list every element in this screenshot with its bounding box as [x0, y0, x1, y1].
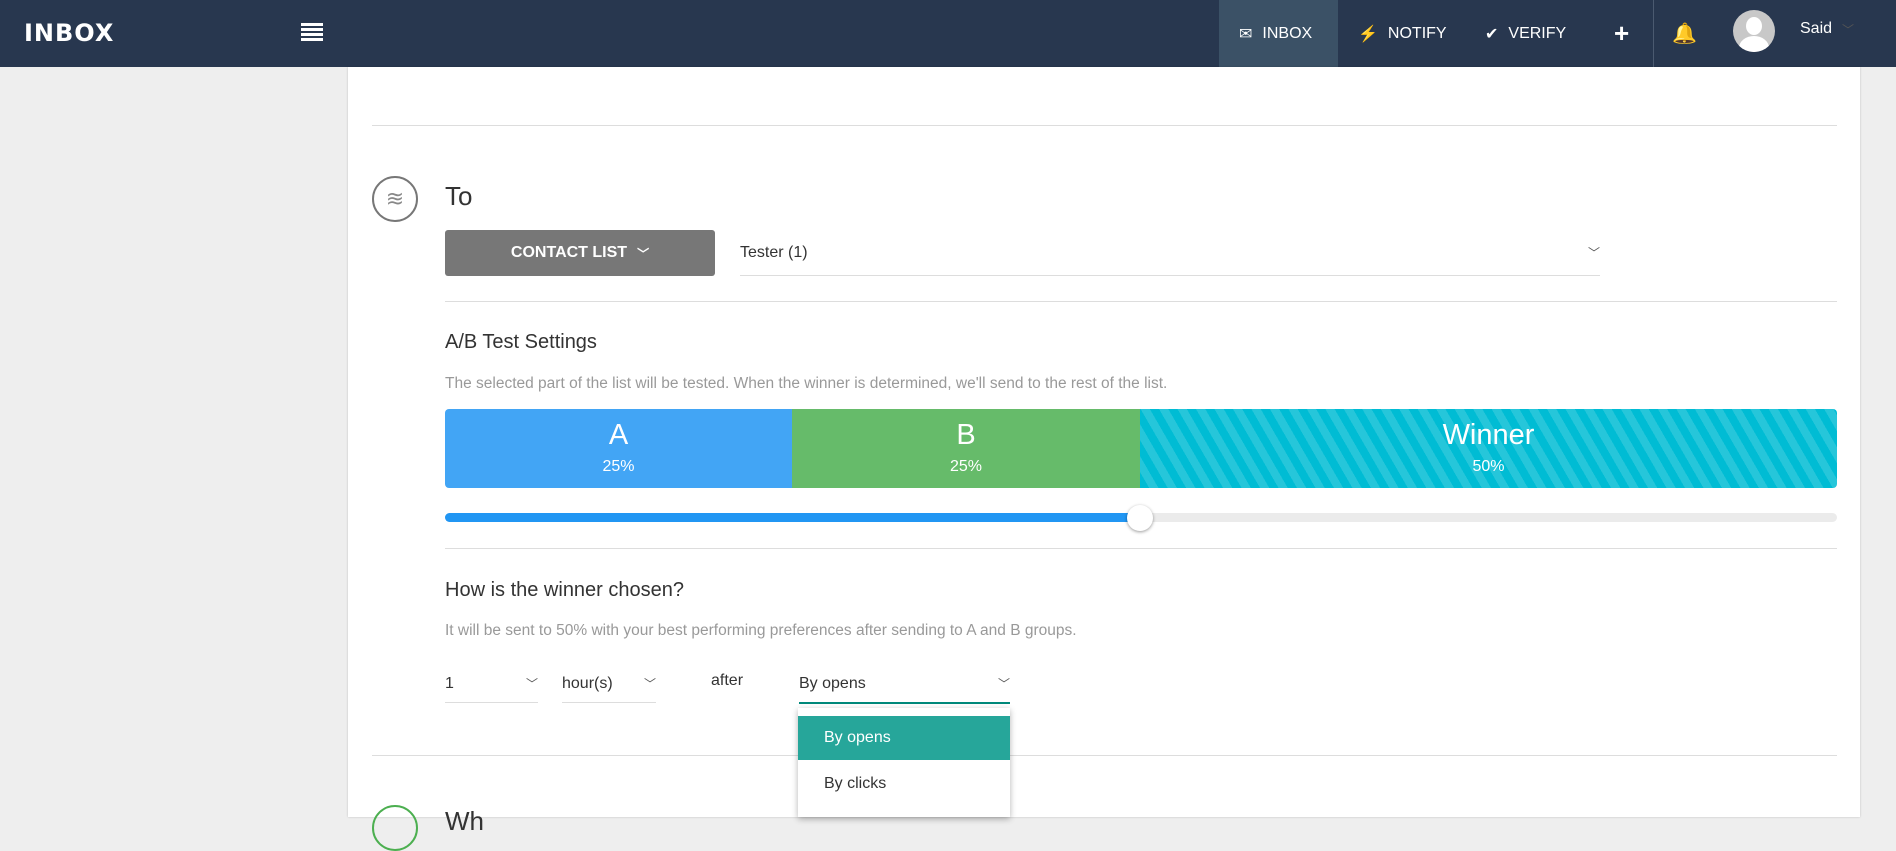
segment-a: A 25% — [445, 409, 792, 488]
after-label: after — [711, 672, 744, 689]
unit-select[interactable]: hour(s) ﹀ — [562, 665, 656, 703]
ab-title: A/B Test Settings — [445, 331, 597, 353]
chevron-down-icon: ﹀ — [637, 246, 650, 261]
when-section-icon — [372, 805, 418, 851]
chevron-down-icon: ﹀ — [643, 677, 656, 691]
lightning-icon: ⚡ — [1358, 25, 1378, 43]
chevron-down-icon: ﹀ — [525, 677, 538, 691]
nav-label: INBOX — [1262, 24, 1313, 42]
segment-label: A — [608, 419, 629, 451]
select-value: Tester (1) — [740, 243, 808, 261]
top-navbar: INBOX ✉ INBOX ⚡ NOTIFY ✔ VERIFY + 🔔 Said ﹀ — [0, 0, 1896, 67]
winner-title: How is the winner chosen? — [445, 579, 685, 601]
segment-percent: 50% — [1472, 458, 1505, 475]
segment-winner: Winner 50% — [1140, 409, 1837, 488]
button-label: CONTACT LIST — [510, 244, 628, 261]
chevron-down-icon: ﹀ — [1842, 22, 1855, 37]
hamburger-menu-icon[interactable] — [301, 23, 323, 41]
option-by-clicks[interactable]: By clicks — [798, 762, 1010, 806]
when-title: Wh — [445, 806, 484, 836]
ab-description: The selected part of the list will be te… — [445, 375, 1168, 392]
option-by-opens[interactable]: By opens — [798, 716, 1010, 760]
bell-icon[interactable]: 🔔 — [1672, 0, 1697, 67]
user-menu[interactable]: Said ﹀ — [1800, 0, 1854, 58]
amount-select[interactable]: 1 ﹀ — [445, 665, 538, 703]
criterion-dropdown-menu: By opens By clicks — [798, 708, 1010, 817]
nav-label: NOTIFY — [1387, 24, 1447, 42]
divider — [445, 548, 1837, 549]
segment-percent: 25% — [949, 458, 983, 475]
divider — [372, 125, 1837, 126]
contact-list-button[interactable]: CONTACT LIST ﹀ — [445, 230, 715, 276]
segment-label: B — [956, 419, 976, 451]
check-icon: ✔ — [1485, 25, 1499, 43]
winner-description: It will be sent to 50% with your best pe… — [445, 622, 1077, 639]
add-button[interactable]: + — [1614, 0, 1629, 67]
divider — [445, 301, 1837, 302]
waves-icon: ≋ — [372, 176, 418, 222]
criterion-select[interactable]: By opens ﹀ — [799, 665, 1010, 704]
nav-notify[interactable]: ⚡ NOTIFY — [1358, 0, 1447, 67]
user-name: Said — [1800, 20, 1833, 37]
inbox-logo[interactable]: INBOX — [24, 19, 114, 47]
chevron-down-icon: ﹀ — [997, 677, 1010, 691]
nav-verify[interactable]: ✔ VERIFY — [1485, 0, 1566, 67]
to-title: To — [445, 181, 473, 211]
select-value: By opens — [799, 674, 866, 692]
nav-label: VERIFY — [1508, 24, 1567, 42]
contact-list-select[interactable]: Tester (1) ﹀ — [740, 230, 1600, 276]
nav-inbox[interactable]: ✉ INBOX — [1219, 0, 1338, 67]
segment-percent: 25% — [602, 458, 635, 475]
split-slider-fill — [445, 513, 1140, 522]
chevron-down-icon: ﹀ — [1587, 246, 1600, 260]
avatar[interactable] — [1733, 10, 1775, 52]
divider — [372, 755, 1837, 756]
nav-divider — [1653, 0, 1654, 67]
split-slider-thumb[interactable] — [1127, 505, 1153, 531]
select-value: hour(s) — [562, 674, 613, 692]
segment-b: B 25% — [792, 409, 1140, 488]
envelope-icon: ✉ — [1239, 25, 1253, 43]
select-value: 1 — [445, 674, 454, 692]
segment-label: Winner — [1442, 419, 1535, 451]
